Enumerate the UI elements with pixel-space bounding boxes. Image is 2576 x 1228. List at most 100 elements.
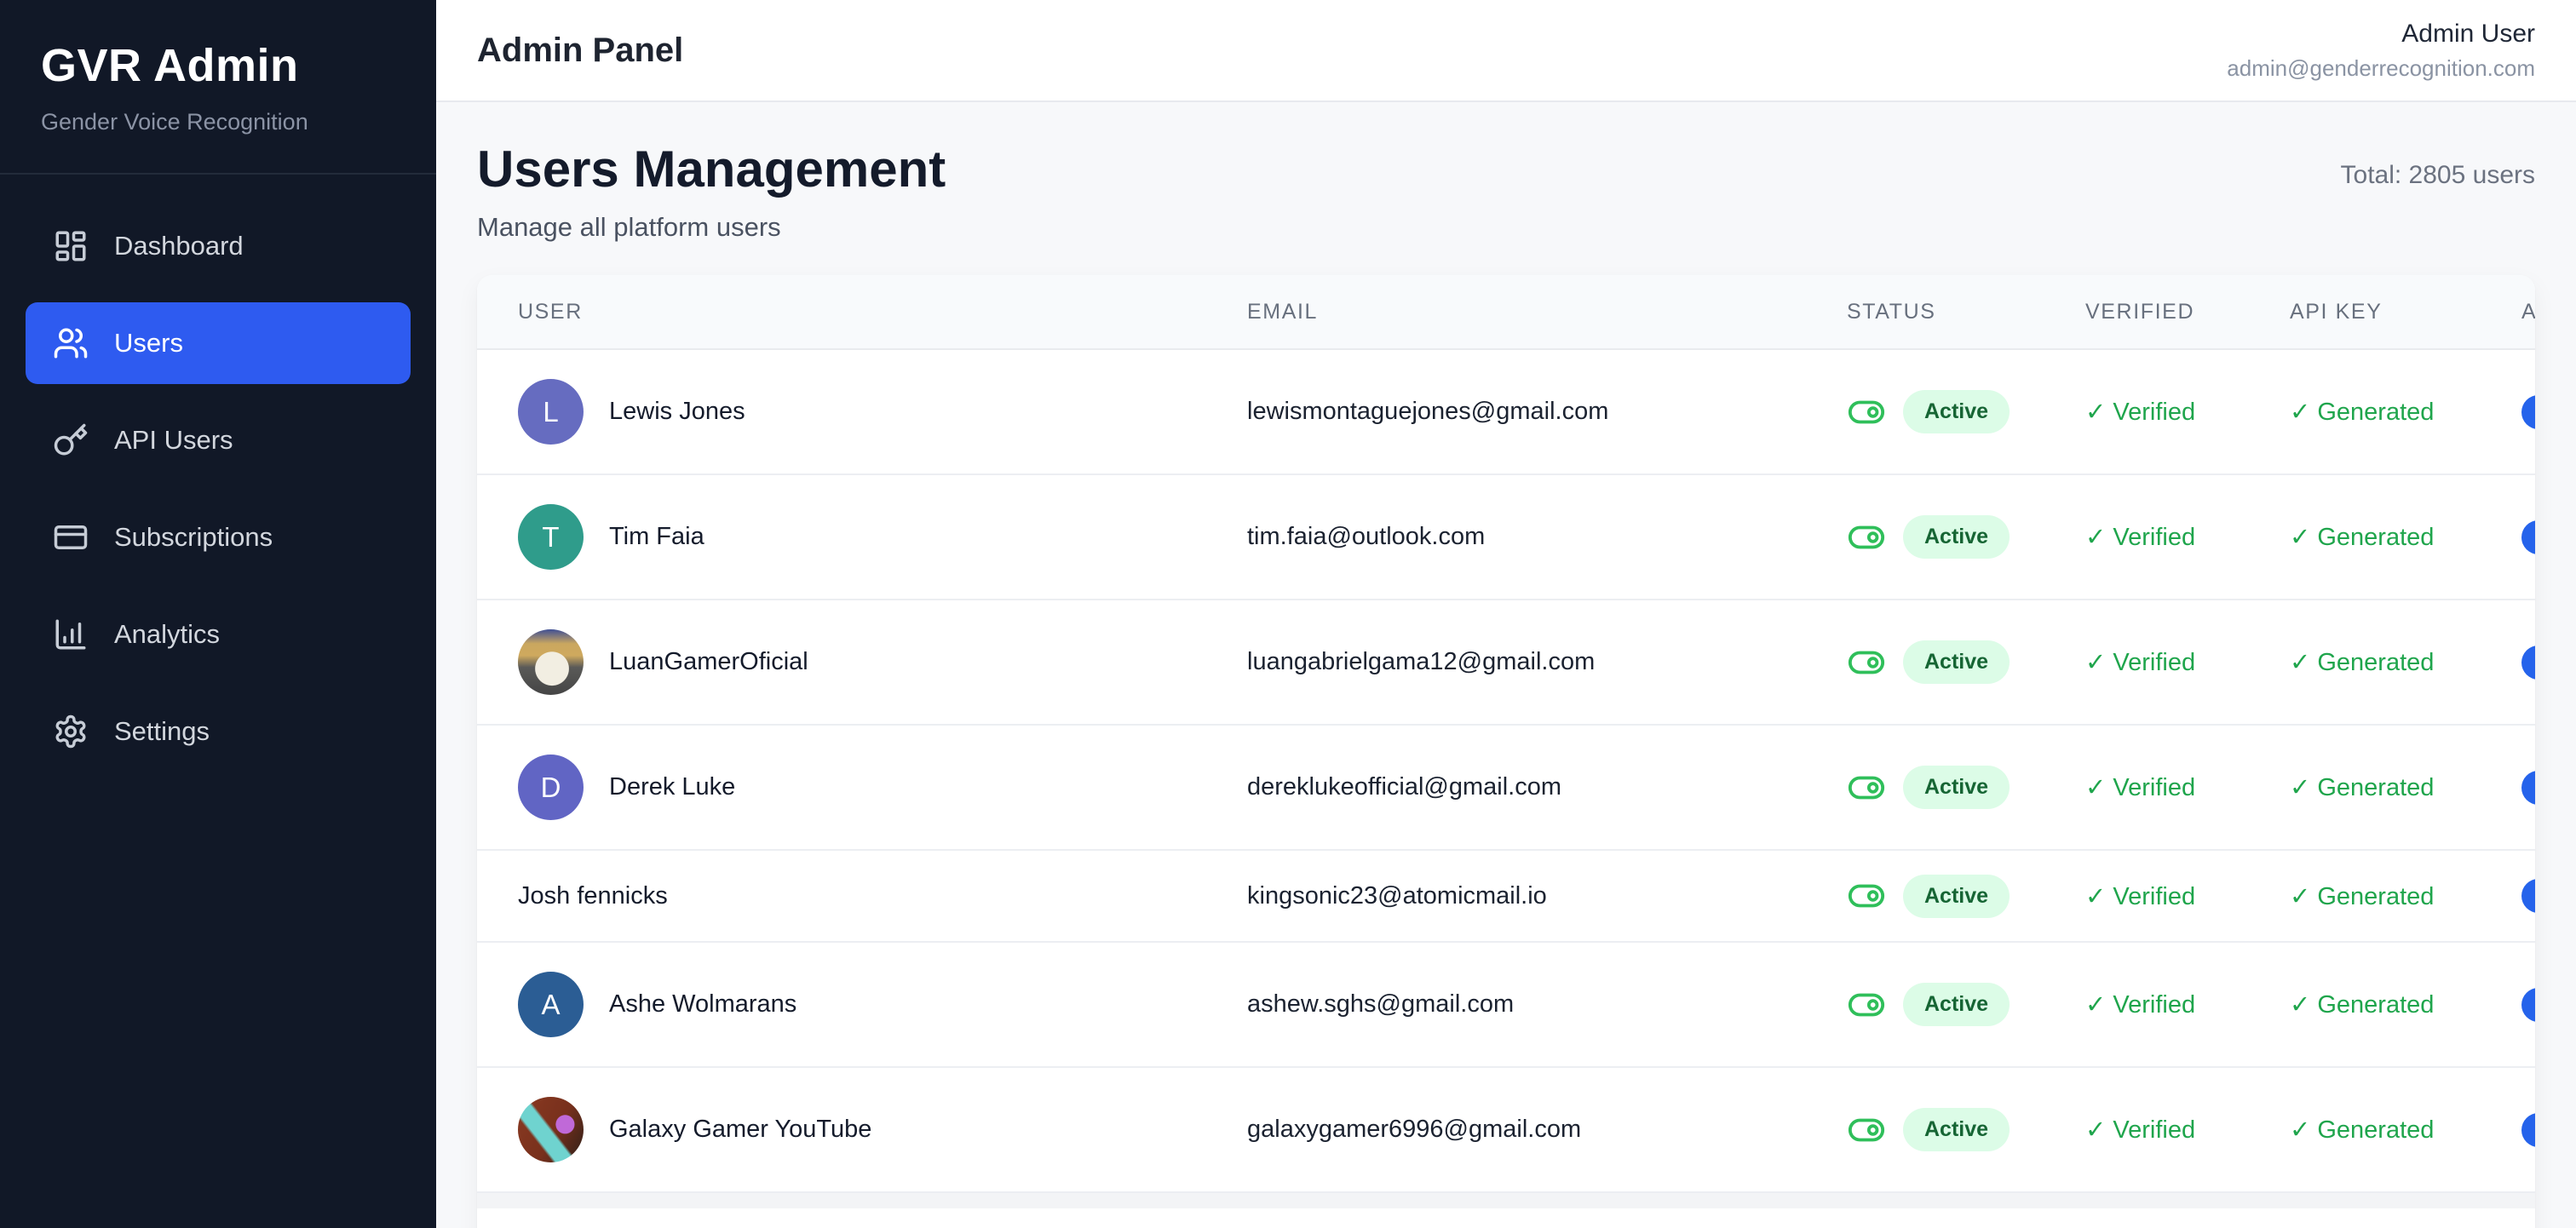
api-key-cell: ✓ Generated [2290, 990, 2521, 1019]
toggle-on-icon[interactable] [1847, 768, 1886, 807]
status-cell: Active [1847, 875, 2085, 918]
sidebar-item-label: Subscriptions [114, 522, 273, 553]
api-key-cell: ✓ Generated [2290, 647, 2521, 677]
topbar-user-name: Admin User [2227, 20, 2535, 49]
status-badge: Active [1903, 1108, 2010, 1151]
toggle-on-icon[interactable] [1847, 518, 1886, 557]
actions-cell [2521, 646, 2535, 680]
sidebar-item-users[interactable]: Users [26, 302, 411, 384]
dashboard-grid-icon [53, 228, 89, 264]
sidebar-item-api-users[interactable]: API Users [26, 399, 411, 481]
status-badge: Active [1903, 390, 2010, 433]
page-title: Users Management [477, 140, 946, 198]
actions-cell [2521, 520, 2535, 554]
api-key-cell: ✓ Generated [2290, 881, 2521, 911]
toggle-on-icon[interactable] [1847, 1110, 1886, 1150]
table-row: LuanGamerOficial luangabrielgama12@gmail… [477, 600, 2535, 726]
sidebar-item-label: Users [114, 328, 183, 359]
row-action-button[interactable] [2521, 988, 2535, 1022]
verified-cell: ✓ Verified [2085, 522, 2290, 552]
status-cell: Active [1847, 983, 2085, 1026]
actions-cell [2521, 879, 2535, 913]
page-head: Users Management Total: 2805 users [477, 140, 2535, 198]
row-action-button[interactable] [2521, 771, 2535, 805]
verified-cell: ✓ Verified [2085, 397, 2290, 427]
column-header-verified: VERIFIED [2085, 300, 2290, 324]
sidebar-item-subscriptions[interactable]: Subscriptions [26, 496, 411, 578]
user-name: LuanGamerOficial [609, 648, 808, 676]
user-cell: Galaxy Gamer YouTube [518, 1097, 1247, 1162]
table-row: A Ashe Wolmarans ashew.sghs@gmail.com Ac… [477, 943, 2535, 1068]
toggle-on-icon[interactable] [1847, 876, 1886, 915]
sidebar: GVR Admin Gender Voice Recognition Dashb… [0, 0, 436, 1228]
gear-icon [53, 714, 89, 749]
topbar-user-email: admin@genderrecognition.com [2227, 55, 2535, 82]
sidebar-item-label: API Users [114, 425, 233, 456]
email-cell: galaxygamer6996@gmail.com [1247, 1116, 1847, 1144]
status-cell: Active [1847, 766, 2085, 809]
table-row: Josh fennicks kingsonic23@atomicmail.io … [477, 851, 2535, 943]
status-cell: Active [1847, 390, 2085, 433]
verified-cell: ✓ Verified [2085, 647, 2290, 677]
avatar-image [518, 1097, 584, 1162]
api-key-cell: ✓ Generated [2290, 772, 2521, 802]
actions-cell [2521, 395, 2535, 429]
toggle-on-icon[interactable] [1847, 985, 1886, 1024]
toggle-on-icon[interactable] [1847, 643, 1886, 682]
row-action-button[interactable] [2521, 879, 2535, 913]
column-header-actions: ACTIONS [2521, 300, 2535, 324]
column-header-user: USER [518, 300, 1247, 324]
user-name: Lewis Jones [609, 398, 745, 426]
actions-cell [2521, 771, 2535, 805]
topbar-user-info: Admin User admin@genderrecognition.com [2227, 20, 2535, 82]
avatar: T [518, 504, 584, 570]
email-cell: kingsonic23@atomicmail.io [1247, 882, 1847, 910]
sidebar-item-settings[interactable]: Settings [26, 691, 411, 772]
sidebar-nav: Dashboard Users API Users Subscriptions … [0, 175, 436, 803]
user-name: Ashe Wolmarans [609, 990, 796, 1019]
sidebar-item-label: Settings [114, 716, 210, 747]
table-footer-strip [477, 1193, 2535, 1208]
status-badge: Active [1903, 875, 2010, 918]
verified-cell: ✓ Verified [2085, 881, 2290, 911]
user-cell: A Ashe Wolmarans [518, 972, 1247, 1037]
sidebar-item-dashboard[interactable]: Dashboard [26, 205, 411, 287]
avatar: D [518, 755, 584, 820]
user-cell: Josh fennicks [518, 882, 1247, 910]
sidebar-header: GVR Admin Gender Voice Recognition [0, 0, 436, 175]
avatar-image [518, 629, 584, 695]
table-row: T Tim Faia tim.faia@outlook.com Active ✓… [477, 475, 2535, 600]
status-badge: Active [1903, 640, 2010, 684]
status-badge: Active [1903, 983, 2010, 1026]
table-row: Galaxy Gamer YouTube galaxygamer6996@gma… [477, 1068, 2535, 1193]
row-action-button[interactable] [2521, 646, 2535, 680]
status-badge: Active [1903, 766, 2010, 809]
avatar: A [518, 972, 584, 1037]
status-cell: Active [1847, 1108, 2085, 1151]
user-cell: L Lewis Jones [518, 379, 1247, 445]
api-key-cell: ✓ Generated [2290, 397, 2521, 427]
status-cell: Active [1847, 515, 2085, 559]
sidebar-item-label: Analytics [114, 619, 220, 650]
column-header-status: STATUS [1847, 300, 2085, 324]
column-header-api-key: API KEY [2290, 300, 2521, 324]
actions-cell [2521, 988, 2535, 1022]
row-action-button[interactable] [2521, 520, 2535, 554]
toggle-on-icon[interactable] [1847, 393, 1886, 432]
verified-cell: ✓ Verified [2085, 990, 2290, 1019]
column-header-email: EMAIL [1247, 300, 1847, 324]
email-cell: luangabrielgama12@gmail.com [1247, 648, 1847, 676]
sidebar-item-label: Dashboard [114, 231, 244, 261]
verified-cell: ✓ Verified [2085, 1115, 2290, 1145]
table-row: L Lewis Jones lewismontaguejones@gmail.c… [477, 350, 2535, 475]
api-key-cell: ✓ Generated [2290, 1115, 2521, 1145]
row-action-button[interactable] [2521, 1113, 2535, 1147]
email-cell: dereklukeofficial@gmail.com [1247, 773, 1847, 801]
user-cell: D Derek Luke [518, 755, 1247, 820]
row-action-button[interactable] [2521, 395, 2535, 429]
users-table-card: USER EMAIL STATUS VERIFIED API KEY ACTIO… [477, 275, 2535, 1228]
avatar: L [518, 379, 584, 445]
sidebar-item-analytics[interactable]: Analytics [26, 594, 411, 675]
email-cell: ashew.sghs@gmail.com [1247, 990, 1847, 1019]
credit-card-icon [53, 519, 89, 555]
